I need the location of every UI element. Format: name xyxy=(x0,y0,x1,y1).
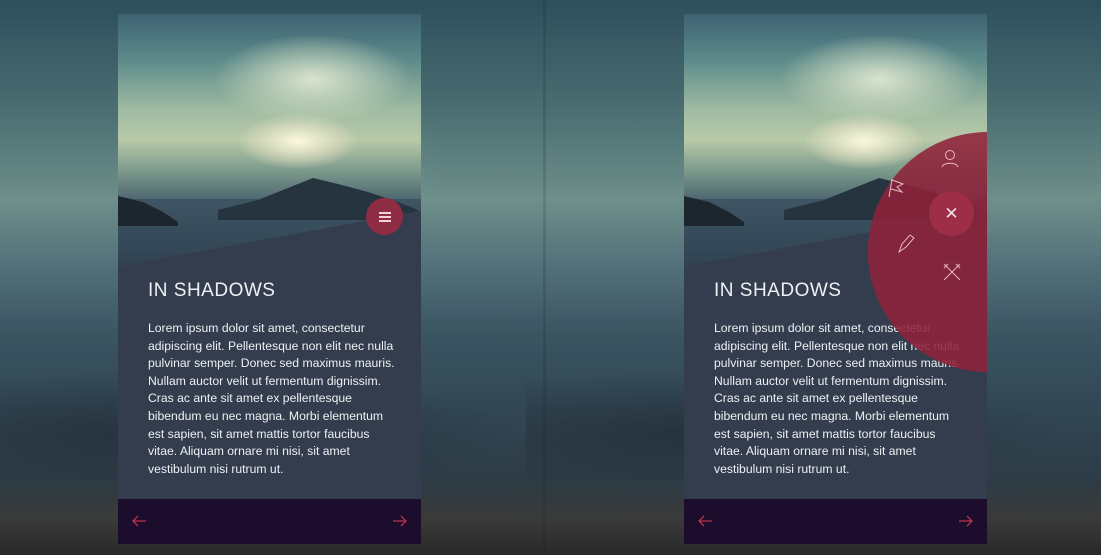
hamburger-menu-icon xyxy=(378,212,391,222)
arrow-left-icon[interactable] xyxy=(130,512,148,530)
pencil-icon[interactable] xyxy=(894,232,918,256)
tools-icon[interactable] xyxy=(940,260,964,284)
footer-nav xyxy=(684,499,987,544)
close-button[interactable]: ✕ xyxy=(929,191,974,236)
article-body: Lorem ipsum dolor sit amet, consectetur … xyxy=(148,321,395,476)
menu-button[interactable] xyxy=(366,198,403,235)
user-icon[interactable] xyxy=(938,146,962,170)
close-icon: ✕ xyxy=(944,203,959,224)
divider xyxy=(543,0,546,555)
article-title: IN SHADOWS xyxy=(714,280,842,301)
flag-icon[interactable] xyxy=(884,176,908,200)
arrow-right-icon[interactable] xyxy=(391,512,409,530)
footer-nav xyxy=(118,499,421,544)
article-title: IN SHADOWS xyxy=(148,280,276,301)
article-card-closed: IN SHADOWS Lorem ipsum dolor sit amet, c… xyxy=(118,14,421,544)
arrow-left-icon[interactable] xyxy=(696,512,714,530)
arrow-right-icon[interactable] xyxy=(957,512,975,530)
